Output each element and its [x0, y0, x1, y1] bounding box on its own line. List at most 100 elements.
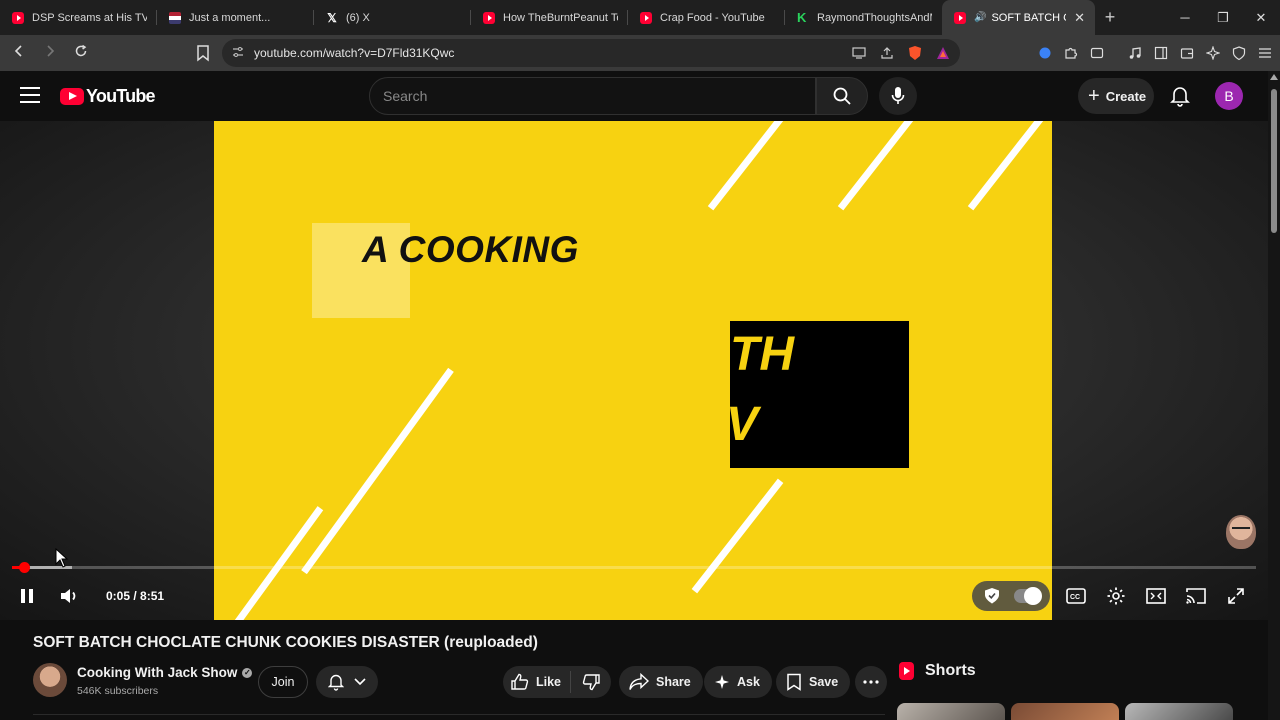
- video-title: SOFT BATCH CHOCLATE CHUNK COOKIES DISAST…: [33, 634, 538, 651]
- tab-label: How TheBurntPeanut Took: [503, 11, 618, 24]
- share-page-icon[interactable]: [878, 44, 896, 62]
- shorts-thumbnails: [897, 703, 1233, 720]
- like-button[interactable]: Like: [503, 671, 571, 693]
- share-button[interactable]: Share: [619, 666, 703, 698]
- tab-label: DSP Screams at His TV as: [32, 11, 147, 24]
- back-icon[interactable]: [6, 44, 31, 62]
- wallet-icon[interactable]: [1088, 43, 1106, 63]
- channel-name[interactable]: Cooking With Jack Show ✓: [77, 665, 253, 680]
- tab-label: SOFT BATCH CHOC: [991, 11, 1066, 24]
- reload-icon[interactable]: [68, 44, 93, 62]
- browser-tab[interactable]: DSP Screams at His TV as: [0, 0, 157, 35]
- tab-label: Crap Food - YouTube: [660, 11, 765, 24]
- video-player[interactable]: A COOKING TH V 0:05 / 8:51 CC: [0, 121, 1268, 620]
- hamburger-menu-icon[interactable]: [20, 87, 40, 103]
- pause-button[interactable]: [14, 583, 40, 609]
- menu-icon[interactable]: [1256, 43, 1274, 63]
- extensions-icon[interactable]: [1062, 43, 1080, 63]
- shorts-thumbnail[interactable]: [897, 703, 1005, 720]
- url-text: youtube.com/watch?v=D7Fld31KQwc: [254, 46, 455, 60]
- video-overlay-text: A COOKING: [362, 229, 579, 270]
- scroll-up-icon[interactable]: [1270, 74, 1278, 80]
- video-box-text: TH: [730, 328, 794, 381]
- youtube-header: YouTube Search + Create B: [0, 71, 1268, 121]
- join-button[interactable]: Join: [258, 666, 308, 698]
- tab-label: Just a moment...: [189, 11, 271, 24]
- youtube-icon: [640, 11, 652, 24]
- browser-tab[interactable]: Just a moment...: [157, 0, 314, 35]
- voice-search-button[interactable]: [879, 77, 917, 115]
- autoplay-toggle[interactable]: [972, 581, 1050, 611]
- create-button[interactable]: + Create: [1078, 78, 1154, 114]
- search-icon: [833, 87, 851, 105]
- browser-tabstrip: DSP Screams at His TV as Just a moment..…: [0, 0, 1280, 35]
- browser-tab[interactable]: 𝕏 (6) X: [314, 0, 471, 35]
- scrollbar-thumb[interactable]: [1271, 89, 1277, 233]
- scrubber-handle[interactable]: [19, 562, 30, 573]
- miniplayer-button[interactable]: [1142, 582, 1170, 610]
- browser-tab[interactable]: How TheBurntPeanut Took: [471, 0, 628, 35]
- minimize-icon[interactable]: ─: [1166, 0, 1204, 35]
- shield-icon[interactable]: [1230, 43, 1248, 63]
- microphone-icon: [891, 87, 905, 104]
- youtube-logo[interactable]: YouTube: [60, 86, 156, 107]
- brave-shields-icon[interactable]: [906, 44, 924, 62]
- shorts-thumbnail[interactable]: [1011, 703, 1119, 720]
- bell-icon: [1170, 87, 1190, 107]
- progress-bar[interactable]: [12, 562, 1256, 573]
- dislike-button[interactable]: [571, 673, 611, 691]
- vpn-icon[interactable]: [1036, 43, 1054, 63]
- address-bar[interactable]: youtube.com/watch?v=D7Fld31KQwc: [222, 39, 960, 67]
- browser-tab-active[interactable]: 🔊 SOFT BATCH CHOC ✕: [942, 0, 1095, 35]
- shorts-thumbnail[interactable]: [1125, 703, 1233, 720]
- channel-watermark[interactable]: [1226, 515, 1256, 549]
- shorts-icon: [899, 662, 914, 680]
- new-tab-button[interactable]: +: [1095, 7, 1125, 28]
- ask-button[interactable]: Ask: [704, 666, 772, 698]
- leo-ai-icon[interactable]: [1204, 43, 1222, 63]
- restore-icon[interactable]: ❐: [1204, 0, 1242, 35]
- wallet-icon[interactable]: [1178, 43, 1196, 63]
- video-box-text: V: [730, 397, 758, 452]
- close-tab-icon[interactable]: ✕: [1074, 10, 1085, 26]
- close-window-icon[interactable]: ✕: [1242, 0, 1280, 35]
- youtube-icon: [483, 11, 495, 24]
- subscribed-notifications-button[interactable]: [316, 666, 378, 698]
- forward-icon[interactable]: [37, 44, 62, 62]
- sidebar-icon[interactable]: [1152, 43, 1170, 63]
- account-avatar[interactable]: B: [1215, 82, 1243, 110]
- video-frame[interactable]: A COOKING TH V: [214, 121, 1052, 620]
- speaker-icon[interactable]: 🔊: [974, 12, 986, 23]
- captions-button[interactable]: CC: [1062, 582, 1090, 610]
- volume-button[interactable]: [57, 583, 83, 609]
- svg-text:CC: CC: [1070, 594, 1080, 601]
- settings-button[interactable]: [1102, 582, 1130, 610]
- captions-icon: CC: [1066, 588, 1086, 604]
- volume-icon: [61, 589, 76, 603]
- browser-toolbar: youtube.com/watch?v=D7Fld31KQwc: [0, 35, 1280, 71]
- browser-tab[interactable]: Crap Food - YouTube: [628, 0, 785, 35]
- tab-label: RaymondThoughtsAndMi: [817, 11, 932, 24]
- more-actions-button[interactable]: [855, 666, 887, 698]
- search-button[interactable]: [816, 77, 868, 115]
- toggle-switch[interactable]: [1014, 587, 1042, 605]
- time-display: 0:05 / 8:51: [106, 589, 165, 603]
- brave-rewards-icon[interactable]: [934, 44, 952, 62]
- cast-button[interactable]: [1182, 582, 1210, 610]
- notifications-button[interactable]: [1170, 85, 1190, 112]
- channel-avatar[interactable]: [33, 663, 67, 697]
- save-button[interactable]: Save: [776, 666, 851, 698]
- thumbs-up-icon: [511, 673, 529, 690]
- sparkle-icon: [715, 675, 729, 689]
- bookmark-icon[interactable]: [196, 44, 212, 62]
- verified-icon: ✓: [242, 667, 253, 678]
- divider: [33, 714, 885, 720]
- page-scrollbar[interactable]: [1268, 71, 1280, 720]
- site-info-icon[interactable]: [232, 46, 246, 61]
- cast-page-icon[interactable]: [850, 44, 868, 62]
- media-icon[interactable]: [1126, 43, 1144, 63]
- browser-tab[interactable]: K RaymondThoughtsAndMi: [785, 0, 942, 35]
- search-input[interactable]: Search: [369, 77, 816, 115]
- gear-icon: [1107, 587, 1125, 605]
- fullscreen-button[interactable]: [1222, 582, 1250, 610]
